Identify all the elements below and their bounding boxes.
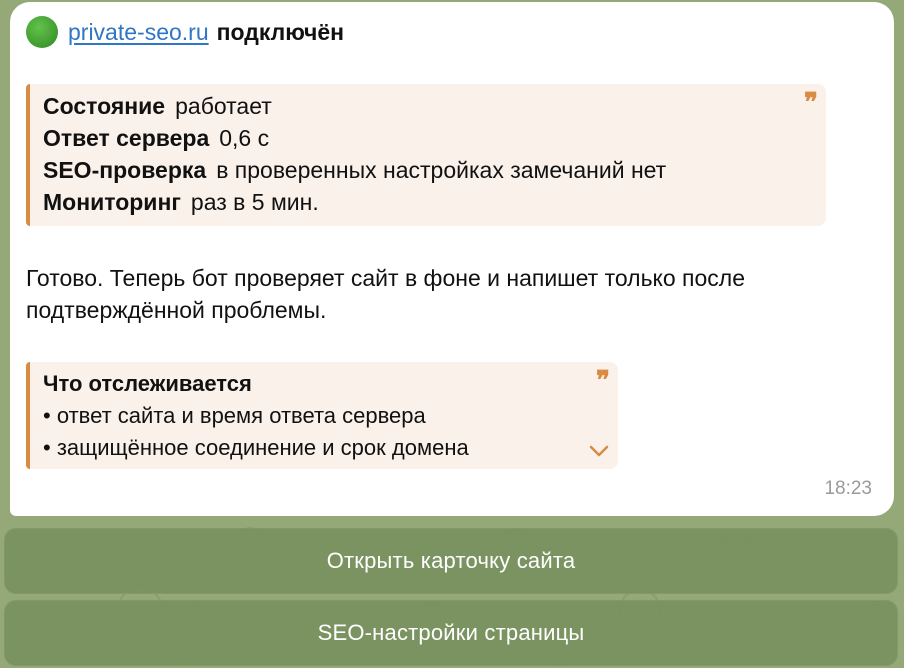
tracking-title: Что отслеживается [43, 371, 252, 396]
connection-header: private-seo.ru подключён [26, 15, 344, 49]
connection-status: подключён [216, 18, 345, 45]
summary-value: 0,6 с [219, 125, 270, 151]
status-summary-quote: ❞ Состояние работает Ответ сервера 0,6 с S… [26, 84, 826, 226]
green-circle-icon [26, 16, 58, 48]
tracking-quote[interactable]: ❞ Что отслеживается • ответ сайта и врем… [26, 362, 618, 469]
summary-value: раз в 5 мин. [190, 189, 319, 215]
seo-settings-button[interactable]: SEO-настройки страницы [4, 600, 898, 666]
quote-icon: ❞ [596, 366, 610, 396]
message-time: 18:23 [824, 478, 872, 499]
quote-icon: ❞ [804, 88, 818, 118]
summary-row-seo: SEO-проверка в проверенных настройках зам… [43, 154, 826, 186]
list-item: • ответ сайта и время ответа сервера [43, 403, 426, 428]
summary-label: Ответ сервера [43, 125, 210, 151]
summary-row-state: Состояние работает [43, 90, 826, 122]
message-text: Готово. Теперь бот проверяет сайт в фоне… [26, 265, 746, 323]
summary-label: SEO-проверка [43, 157, 207, 183]
summary-row-response: Ответ сервера 0,6 с [43, 122, 826, 154]
summary-row-monitoring: Мониторинг раз в 5 мин. [43, 186, 826, 218]
summary-label: Мониторинг [43, 189, 181, 215]
chevron-down-icon[interactable] [588, 444, 610, 458]
site-link[interactable]: private-seo.ru [68, 19, 209, 46]
summary-value: работает [175, 93, 272, 119]
open-site-card-button[interactable]: Открыть карточку сайта [4, 528, 898, 594]
summary-value: в проверенных настройках замечаний нет [216, 157, 667, 183]
summary-label: Состояние [43, 93, 166, 119]
